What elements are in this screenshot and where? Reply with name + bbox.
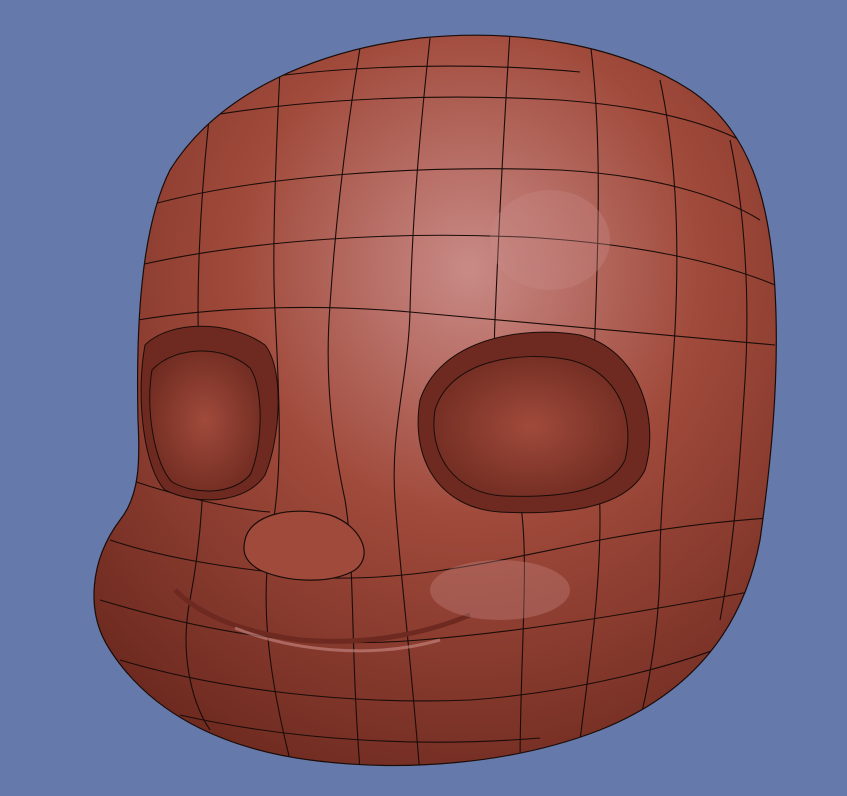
left-eye-lid	[149, 350, 261, 492]
forehead-highlight	[490, 190, 610, 290]
cheek-highlight	[430, 560, 570, 620]
left-eye-socket[interactable]	[140, 325, 279, 501]
3d-scene[interactable]	[0, 0, 847, 796]
right-eye-lid	[433, 356, 629, 497]
right-eye-socket[interactable]	[417, 331, 651, 514]
head-mesh[interactable]	[93, 32, 777, 775]
3d-viewport[interactable]	[0, 0, 847, 796]
